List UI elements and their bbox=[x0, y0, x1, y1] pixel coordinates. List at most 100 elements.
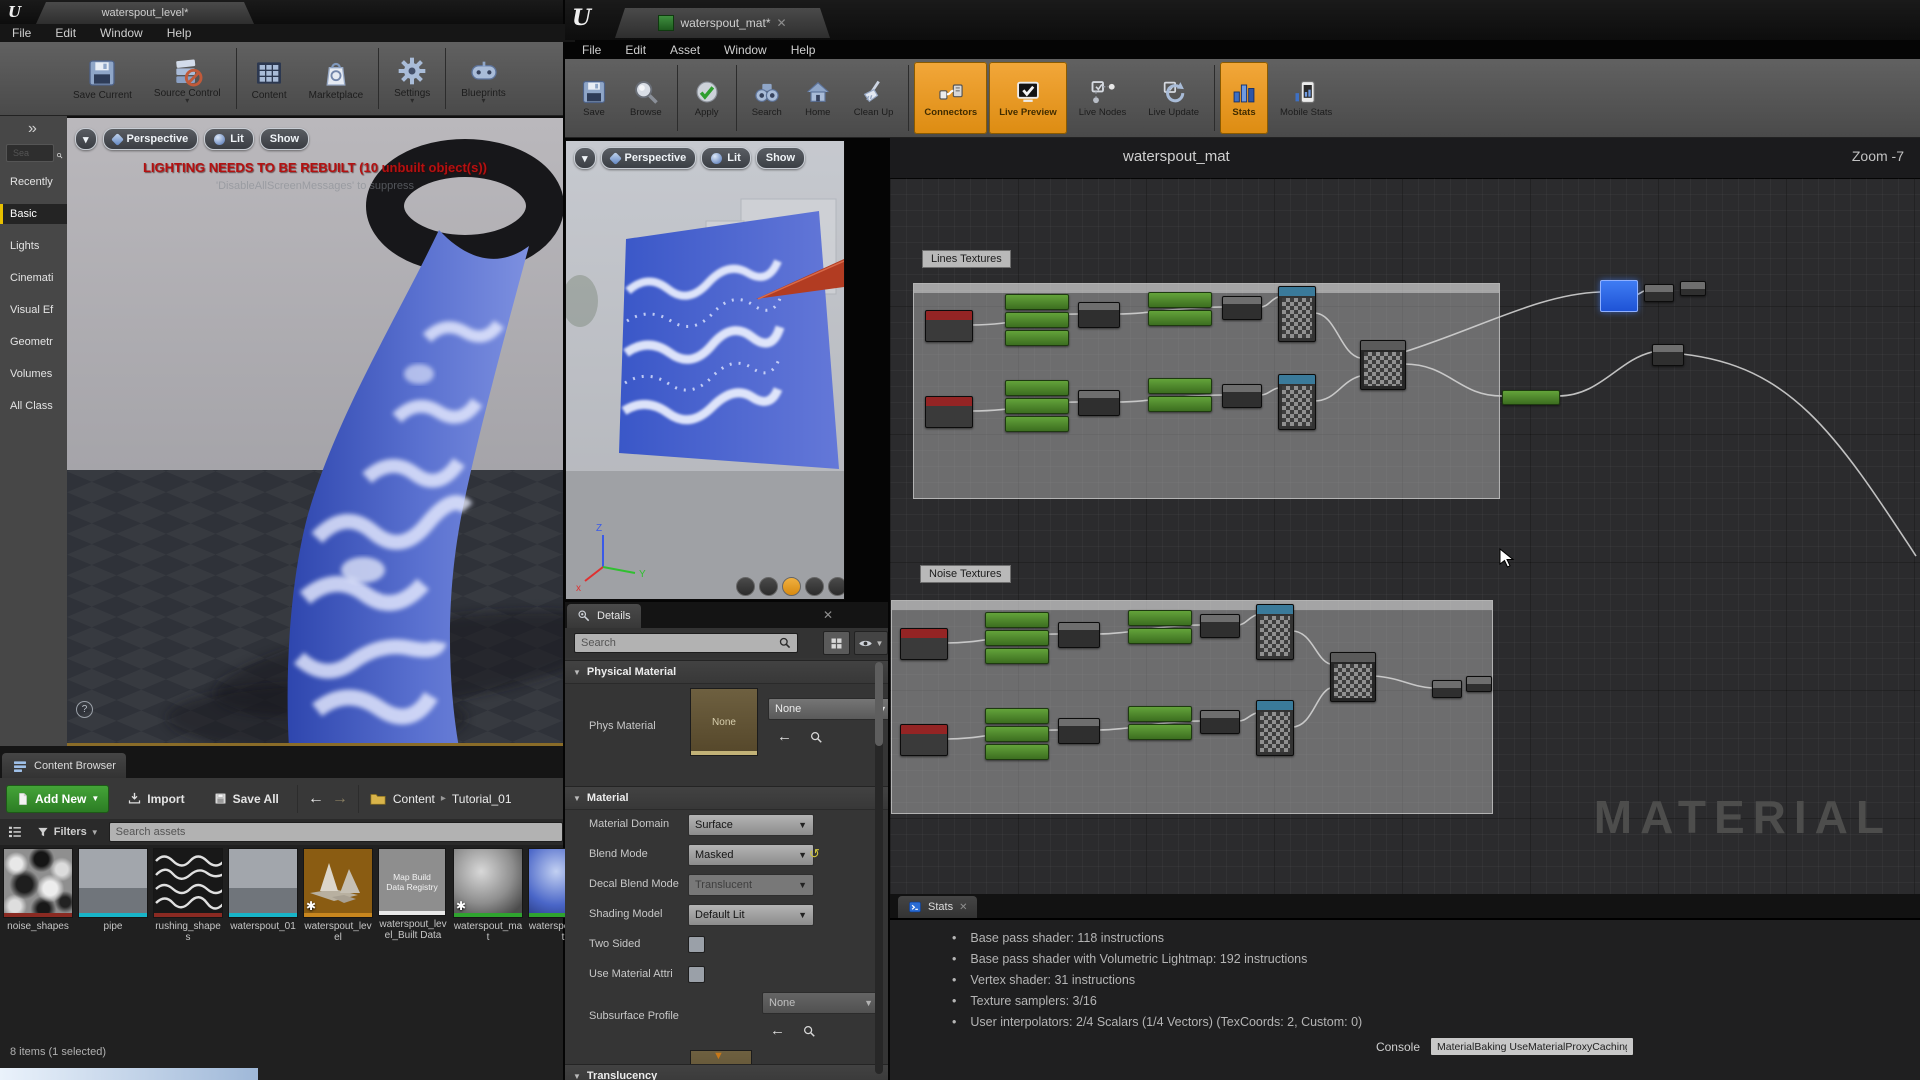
material-node-green[interactable] bbox=[985, 612, 1049, 628]
preview-tool-button-5[interactable] bbox=[828, 577, 845, 596]
save-all-button[interactable]: Save All bbox=[205, 786, 287, 812]
use-selected-asset-icon[interactable]: ← bbox=[770, 1024, 785, 1038]
material-node-red[interactable] bbox=[900, 628, 948, 660]
decal-blend-mode-dropdown[interactable]: Translucent▼ bbox=[688, 874, 814, 896]
material-node-green[interactable] bbox=[1128, 724, 1192, 740]
details-search-input[interactable] bbox=[574, 633, 798, 653]
material-node-dark[interactable] bbox=[1200, 710, 1240, 734]
breadcrumb-root[interactable]: Content bbox=[393, 792, 435, 806]
material-node-dark[interactable] bbox=[1222, 384, 1262, 408]
search-icon[interactable] bbox=[56, 146, 63, 160]
close-icon[interactable]: ✕ bbox=[959, 902, 967, 913]
browse-to-asset-icon[interactable] bbox=[809, 730, 823, 744]
material-node-green[interactable] bbox=[1148, 292, 1212, 308]
material-node-green[interactable] bbox=[985, 708, 1049, 724]
phys-material-thumbnail[interactable]: None bbox=[690, 688, 758, 756]
connectors-button[interactable]: Connectors bbox=[914, 62, 987, 134]
filter-funnel-icon[interactable] bbox=[36, 825, 50, 839]
eye-filter-icon[interactable]: ▼ bbox=[854, 631, 888, 655]
subsurface-dropdown[interactable]: None▼ bbox=[762, 992, 880, 1014]
material-node-green[interactable] bbox=[1005, 416, 1069, 432]
viewport-options-dropdown[interactable]: ▾ bbox=[75, 128, 97, 150]
section-physical-material[interactable]: ▼ Physical Material bbox=[565, 660, 888, 684]
stats-button[interactable]: Stats bbox=[1220, 62, 1268, 134]
details-scrollbar[interactable] bbox=[875, 662, 883, 1074]
details-tab[interactable]: Details bbox=[567, 604, 641, 628]
viewport-show-button[interactable]: Show bbox=[260, 128, 309, 150]
modes-search-input[interactable] bbox=[6, 144, 54, 162]
marketplace-button[interactable]: Marketplace bbox=[299, 45, 373, 112]
blueprints-button[interactable]: Blueprints▾ bbox=[451, 45, 515, 112]
save-current-button[interactable]: Save Current bbox=[63, 45, 142, 112]
viewport-info-icon[interactable]: ? bbox=[76, 701, 93, 718]
material-domain-dropdown[interactable]: Surface▼ bbox=[688, 814, 814, 836]
asset-tile[interactable]: Map Build Data Registrywaterspout_level_… bbox=[378, 848, 448, 1044]
placement-category-basic[interactable]: Basic bbox=[0, 204, 67, 224]
asset-search-input[interactable] bbox=[109, 822, 563, 842]
material-node-green[interactable] bbox=[985, 726, 1049, 742]
material-node-green[interactable] bbox=[1128, 610, 1192, 626]
asset-tile[interactable]: noise_shapes bbox=[3, 848, 73, 1044]
preview-tool-button-2[interactable] bbox=[759, 577, 778, 596]
material-node-dark[interactable] bbox=[1078, 302, 1120, 328]
home-button[interactable]: Home bbox=[794, 62, 842, 134]
placement-category-cinemati[interactable]: Cinemati bbox=[0, 268, 67, 288]
asset-tile[interactable]: waterspout_mat bbox=[528, 848, 566, 1044]
material-node-tex[interactable] bbox=[1278, 286, 1316, 342]
level-menu-edit[interactable]: Edit bbox=[55, 26, 76, 40]
filters-label[interactable]: Filters bbox=[54, 826, 87, 838]
back-button[interactable]: ← bbox=[308, 790, 324, 808]
viewport-lit-button[interactable]: Lit bbox=[701, 147, 750, 169]
material-node-dark[interactable] bbox=[1078, 390, 1120, 416]
asset-tile[interactable]: ✱waterspout_mat bbox=[453, 848, 523, 1044]
material-menu-asset[interactable]: Asset bbox=[670, 43, 700, 57]
breadcrumb-current[interactable]: Tutorial_01 bbox=[452, 792, 512, 806]
material-node-green[interactable] bbox=[1502, 390, 1560, 405]
live-update-button[interactable]: Live Update bbox=[1138, 62, 1209, 134]
placement-category-visual-ef[interactable]: Visual Ef bbox=[0, 300, 67, 320]
two-sided-checkbox[interactable] bbox=[688, 936, 705, 953]
search-button[interactable]: Search bbox=[742, 62, 792, 134]
mobile-stats-button[interactable]: Mobile Stats bbox=[1270, 62, 1342, 134]
viewport-options-dropdown[interactable]: ▾ bbox=[574, 147, 596, 169]
material-menu-file[interactable]: File bbox=[582, 43, 601, 57]
level-menu-help[interactable]: Help bbox=[167, 26, 192, 40]
content-button[interactable]: Content bbox=[242, 45, 297, 112]
material-node-green[interactable] bbox=[985, 630, 1049, 646]
grid-view-icon[interactable] bbox=[823, 631, 850, 655]
close-icon[interactable]: ✕ bbox=[823, 608, 833, 622]
material-node-dark[interactable] bbox=[1466, 676, 1492, 692]
material-tab[interactable]: waterspout_mat* ✕ bbox=[615, 8, 830, 38]
placement-category-all-class[interactable]: All Class bbox=[0, 396, 67, 416]
material-node-dark[interactable] bbox=[1680, 281, 1706, 296]
material-node-green[interactable] bbox=[1148, 310, 1212, 326]
save-button[interactable]: Save bbox=[570, 62, 618, 134]
add-new-button[interactable]: Add New ▼ bbox=[6, 785, 109, 813]
viewport-perspective-button[interactable]: Perspective bbox=[103, 128, 199, 150]
material-node-texdark[interactable] bbox=[1360, 340, 1406, 390]
material-preview-viewport[interactable]: Z x Y ▾PerspectiveLitShow bbox=[565, 140, 845, 600]
scroll-more-icon[interactable]: ▼ bbox=[713, 1050, 724, 1062]
preview-tool-button-1[interactable] bbox=[736, 577, 755, 596]
forward-button[interactable]: → bbox=[332, 790, 348, 808]
use-material-attri-checkbox[interactable] bbox=[688, 966, 705, 983]
material-node-dark[interactable] bbox=[1200, 614, 1240, 638]
material-node-dark[interactable] bbox=[1058, 622, 1100, 648]
asset-tile[interactable]: waterspout_01 bbox=[228, 848, 298, 1044]
level-menu-window[interactable]: Window bbox=[100, 26, 143, 40]
shading-model-dropdown[interactable]: Default Lit▼ bbox=[688, 904, 814, 926]
expand-panel-icon[interactable]: » bbox=[0, 116, 67, 140]
material-node-green[interactable] bbox=[1148, 396, 1212, 412]
material-node-green[interactable] bbox=[1005, 398, 1069, 414]
material-node-texdark[interactable] bbox=[1330, 652, 1376, 702]
section-translucency[interactable]: ▼ Translucency bbox=[565, 1064, 888, 1080]
viewport-lit-button[interactable]: Lit bbox=[204, 128, 253, 150]
viewport-perspective-button[interactable]: Perspective bbox=[601, 147, 697, 169]
material-node-dark[interactable] bbox=[1222, 296, 1262, 320]
placement-category-volumes[interactable]: Volumes bbox=[0, 364, 67, 384]
live-nodes-button[interactable]: Live Nodes bbox=[1069, 62, 1137, 134]
clean-up-button[interactable]: Clean Up bbox=[844, 62, 904, 134]
material-node-green[interactable] bbox=[1005, 330, 1069, 346]
material-node-tex[interactable] bbox=[1256, 604, 1294, 660]
level-viewport[interactable]: ▾PerspectiveLitShow LIGHTING NEEDS TO BE… bbox=[67, 116, 563, 746]
